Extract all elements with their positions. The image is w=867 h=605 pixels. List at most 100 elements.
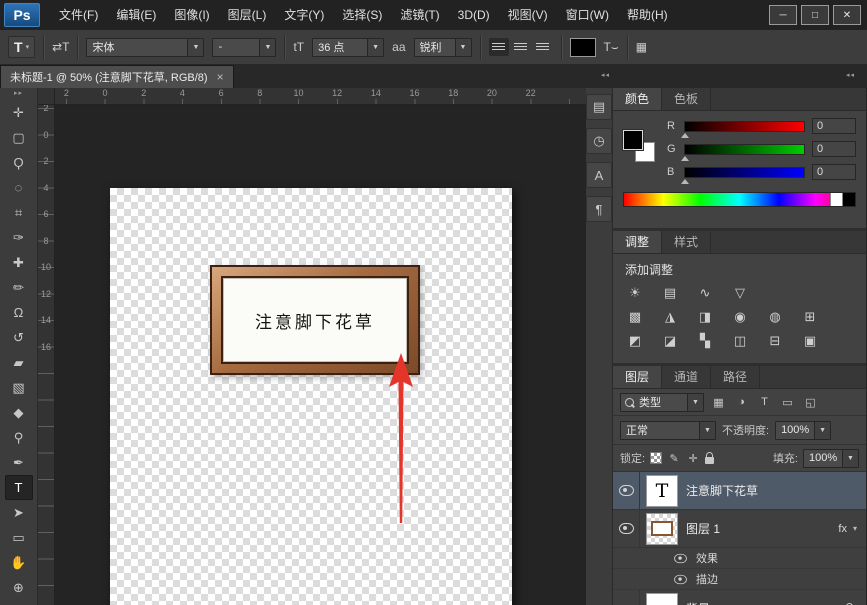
dock-collapse-icon[interactable]: ◂◂: [601, 71, 610, 79]
threshold-icon[interactable]: ◫: [730, 333, 750, 349]
foreground-background-swatches[interactable]: [623, 130, 655, 162]
posterize-icon[interactable]: ▚: [695, 333, 715, 349]
foreground-color-swatch[interactable]: [623, 130, 643, 150]
hand-tool[interactable]: ✋: [5, 550, 33, 575]
menu-3d[interactable]: 3D(D): [449, 0, 499, 30]
eye-icon[interactable]: [674, 553, 687, 562]
menu-help[interactable]: 帮助(H): [618, 0, 677, 30]
adjustment-layer-filter-icon[interactable]: ◑: [733, 396, 750, 408]
hue-saturation-icon[interactable]: ◮: [660, 309, 680, 325]
color-spectrum-ramp[interactable]: [623, 192, 856, 207]
layer-row-background[interactable]: 背景: [613, 590, 866, 605]
menu-view[interactable]: 视图(V): [499, 0, 557, 30]
tab-styles[interactable]: 样式: [662, 231, 711, 253]
lasso-tool[interactable]: Ϙ: [5, 150, 33, 175]
visibility-toggle[interactable]: [613, 590, 640, 605]
history-brush-tool[interactable]: ↺: [5, 325, 33, 350]
vibrance-icon[interactable]: ▩: [625, 309, 645, 325]
tab-adjustments[interactable]: 调整: [613, 231, 662, 253]
slider-marker[interactable]: [681, 156, 689, 161]
toggle-panels-icon[interactable]: ▦: [636, 40, 647, 54]
move-tool[interactable]: ✛: [5, 100, 33, 125]
stroke-effect-row[interactable]: 描边: [613, 569, 866, 590]
tab-color[interactable]: 颜色: [613, 88, 662, 110]
blue-slider[interactable]: [684, 167, 805, 178]
pen-tool[interactable]: ✒: [5, 450, 33, 475]
opacity-field[interactable]: 100% ▼: [775, 421, 831, 440]
tab-channels[interactable]: 通道: [662, 366, 711, 388]
history-panel-icon[interactable]: ◷: [586, 128, 612, 154]
text-color-swatch[interactable]: [570, 38, 596, 57]
quick-selection-tool[interactable]: ◌: [5, 175, 33, 200]
tab-swatches[interactable]: 色板: [662, 88, 711, 110]
type-layer-filter-icon[interactable]: T: [756, 396, 773, 408]
lock-position-icon[interactable]: ✛: [686, 452, 700, 465]
canvas-viewport[interactable]: 注意脚下花草: [54, 104, 586, 605]
menu-window[interactable]: 窗口(W): [557, 0, 618, 30]
crop-tool[interactable]: ⌗: [5, 200, 33, 225]
align-left-button[interactable]: [489, 38, 509, 56]
menu-filter[interactable]: 滤镜(T): [391, 0, 448, 30]
eye-icon[interactable]: [674, 574, 687, 583]
black-white-icon[interactable]: ◉: [730, 309, 750, 325]
tool-preset-button[interactable]: T ▾: [8, 36, 35, 58]
color-lookup-icon[interactable]: ◩: [625, 333, 645, 349]
gradient-tool[interactable]: ▧: [5, 375, 33, 400]
align-right-button[interactable]: [533, 38, 553, 56]
toolbar-collapse-icon[interactable]: ▸▸: [14, 88, 23, 100]
text-layer-thumbnail[interactable]: T: [646, 475, 678, 507]
warp-text-icon[interactable]: T⌣: [604, 40, 619, 55]
properties-panel-icon[interactable]: ▤: [586, 94, 612, 120]
brightness-contrast-icon[interactable]: ☀: [625, 285, 645, 301]
font-size-select[interactable]: 36 点 ▼: [312, 38, 384, 57]
lock-pixels-icon[interactable]: ✎: [667, 452, 681, 465]
document-canvas[interactable]: 注意脚下花草: [110, 188, 512, 605]
layer-row-text[interactable]: T 注意脚下花草: [613, 472, 866, 510]
slider-marker[interactable]: [681, 133, 689, 138]
shape-tool[interactable]: ▭: [5, 525, 33, 550]
menu-type[interactable]: 文字(Y): [275, 0, 333, 30]
red-value-field[interactable]: 0: [812, 118, 856, 134]
red-slider[interactable]: [684, 121, 805, 132]
gradient-map-icon[interactable]: ⊟: [765, 333, 785, 349]
layer-name[interactable]: 注意脚下花草: [686, 482, 758, 499]
dodge-tool[interactable]: ⚲: [5, 425, 33, 450]
character-panel-icon[interactable]: A: [586, 162, 612, 188]
canvas-text-layer[interactable]: 注意脚下花草: [255, 308, 375, 333]
text-orientation-icon[interactable]: ⇄T: [52, 40, 69, 54]
pixel-layer-filter-icon[interactable]: ▦: [710, 396, 727, 409]
photo-filter-icon[interactable]: ◍: [765, 309, 785, 325]
document-tab[interactable]: 未标题-1 @ 50% (注意脚下花草, RGB/8) ×: [0, 65, 234, 88]
font-style-select[interactable]: - ▼: [212, 38, 276, 57]
layer-row-image[interactable]: 图层 1 fx ▾: [613, 510, 866, 548]
background-thumbnail[interactable]: [646, 593, 678, 605]
exposure-icon[interactable]: ▽: [730, 285, 750, 301]
green-value-field[interactable]: 0: [812, 141, 856, 157]
shape-layer-filter-icon[interactable]: ▭: [779, 396, 796, 409]
blue-value-field[interactable]: 0: [812, 164, 856, 180]
brush-tool[interactable]: ✏: [5, 275, 33, 300]
layer-name[interactable]: 背景: [686, 600, 710, 605]
align-center-button[interactable]: [511, 38, 531, 56]
menu-edit[interactable]: 编辑(E): [107, 0, 165, 30]
anti-alias-select[interactable]: 锐利 ▼: [414, 38, 472, 57]
tab-close-icon[interactable]: ×: [217, 70, 224, 84]
menu-file[interactable]: 文件(F): [50, 0, 107, 30]
smart-object-filter-icon[interactable]: ◱: [802, 396, 819, 409]
channel-mixer-icon[interactable]: ⊞: [800, 309, 820, 325]
panel-collapse-icon[interactable]: ◂◂: [846, 71, 855, 79]
healing-brush-tool[interactable]: ✚: [5, 250, 33, 275]
menu-image[interactable]: 图像(I): [165, 0, 218, 30]
layer-name[interactable]: 图层 1: [686, 520, 720, 537]
minimize-button[interactable]: ─: [769, 5, 797, 25]
menu-select[interactable]: 选择(S): [333, 0, 391, 30]
tab-layers[interactable]: 图层: [613, 366, 662, 388]
eyedropper-tool[interactable]: ✑: [5, 225, 33, 250]
effects-group-row[interactable]: 效果: [613, 548, 866, 569]
visibility-toggle[interactable]: [613, 472, 640, 509]
eraser-tool[interactable]: ▰: [5, 350, 33, 375]
marquee-tool[interactable]: ▢: [5, 125, 33, 150]
green-slider[interactable]: [684, 144, 805, 155]
color-balance-icon[interactable]: ◨: [695, 309, 715, 325]
fill-field[interactable]: 100% ▼: [803, 449, 859, 468]
